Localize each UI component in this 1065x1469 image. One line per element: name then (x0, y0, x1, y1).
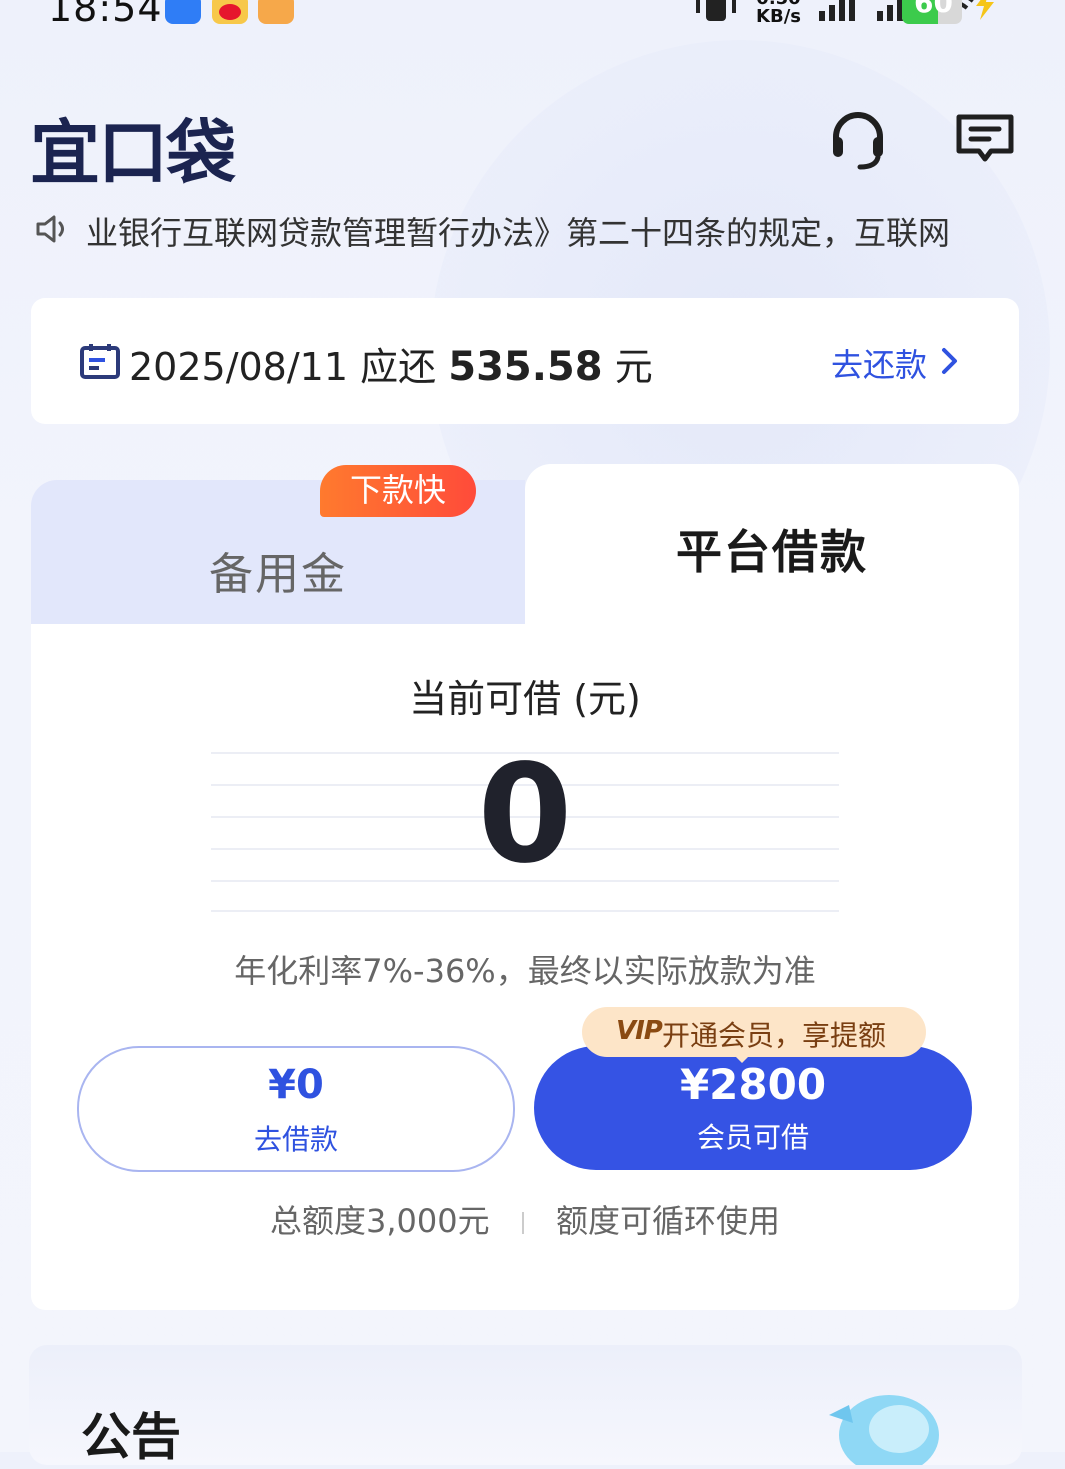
net-speed-unit: KB/s (756, 6, 801, 27)
cycle-note: 额度可循环使用 (555, 1202, 780, 1240)
borrow-button[interactable]: ¥0 去借款 (77, 1046, 515, 1172)
chevron-right-icon (942, 348, 957, 374)
status-time: 18:54 (48, 0, 163, 30)
borrow-label: 去借款 (253, 1123, 338, 1156)
repay-button[interactable]: 去还款 (831, 340, 927, 386)
customer-service-button[interactable] (830, 111, 886, 175)
vibrate-icon (696, 0, 737, 21)
tab-standby-label: 备用金 (209, 549, 347, 600)
loan-card: 备用金 平台借款 下款快 当前可借 (元) 0 年化利率7%-36%，最终以实际… (31, 464, 1019, 1310)
quota-info: 总额度3,000元 额度可循环使用 (31, 1196, 1019, 1242)
borrow-amount: ¥0 (268, 1062, 324, 1108)
announcement-section[interactable]: 公告 (29, 1345, 1022, 1466)
app-logo: 宜口袋 (30, 112, 236, 194)
bill-icon (80, 344, 120, 379)
divider (521, 1212, 524, 1234)
message-button[interactable] (955, 111, 1015, 171)
app-header: 宜口袋 (0, 95, 1065, 194)
headset-icon (833, 112, 883, 170)
repayment-due-label: 应还 (360, 345, 437, 389)
net-speed: 0.50 KB/s (756, 0, 801, 26)
member-amount: ¥2800 (679, 1060, 827, 1109)
fast-disbursement-badge: 下款快 (320, 465, 476, 517)
total-quota: 总额度3,000元 (270, 1202, 490, 1240)
weibo-icon (212, 0, 248, 24)
rate-note: 年化利率7%-36%，最终以实际放款为准 (234, 952, 816, 990)
battery-indicator: 60 (902, 0, 962, 24)
notice-bar[interactable]: 业银行互联网贷款管理暂行办法》第二十四条的规定，互联网 (36, 205, 1026, 255)
available-amount: 0 (477, 736, 573, 894)
repayment-date: 2025/08/11 (129, 345, 349, 389)
tab-platform-loan[interactable]: 平台借款 (525, 464, 1019, 634)
app-notification-icon (165, 0, 201, 24)
status-bar: 18:54 0.50 KB/s 60 (0, 0, 1065, 34)
battery-percent: 60 (914, 0, 953, 19)
repayment-amount: 535.58 (448, 344, 603, 390)
repayment-card[interactable]: 2025/08/11 应还 535.58 元 去还款 (31, 298, 1019, 424)
message-icon (956, 114, 1014, 162)
repayment-currency: 元 (614, 345, 653, 389)
available-label: 当前可借 (元) (409, 677, 641, 721)
vip-mark: VIP (616, 1016, 663, 1046)
vip-promo-tag[interactable]: VIP 开通会员，享提额 (582, 1007, 926, 1063)
announcement-title: 公告 (81, 1408, 181, 1466)
loan-panel: 当前可借 (元) 0 年化利率7%-36%，最终以实际放款为准 ¥0 去借款 ¥… (31, 624, 1019, 1310)
speaker-icon (36, 215, 64, 243)
vip-tag-pointer (732, 1053, 752, 1063)
member-label: 会员可借 (696, 1121, 809, 1154)
repayment-info: 2025/08/11 应还 535.58 元 (129, 336, 653, 391)
charging-icon (976, 0, 994, 20)
notice-text: 业银行互联网贷款管理暂行办法》第二十四条的规定，互联网 (86, 214, 951, 252)
signal-icon (819, 0, 855, 21)
member-borrow-button[interactable]: ¥2800 会员可借 (534, 1046, 972, 1170)
app-icon (258, 0, 294, 24)
vip-promo-text: 开通会员，享提额 (662, 1019, 887, 1052)
tab-platform-label: 平台借款 (676, 525, 868, 579)
